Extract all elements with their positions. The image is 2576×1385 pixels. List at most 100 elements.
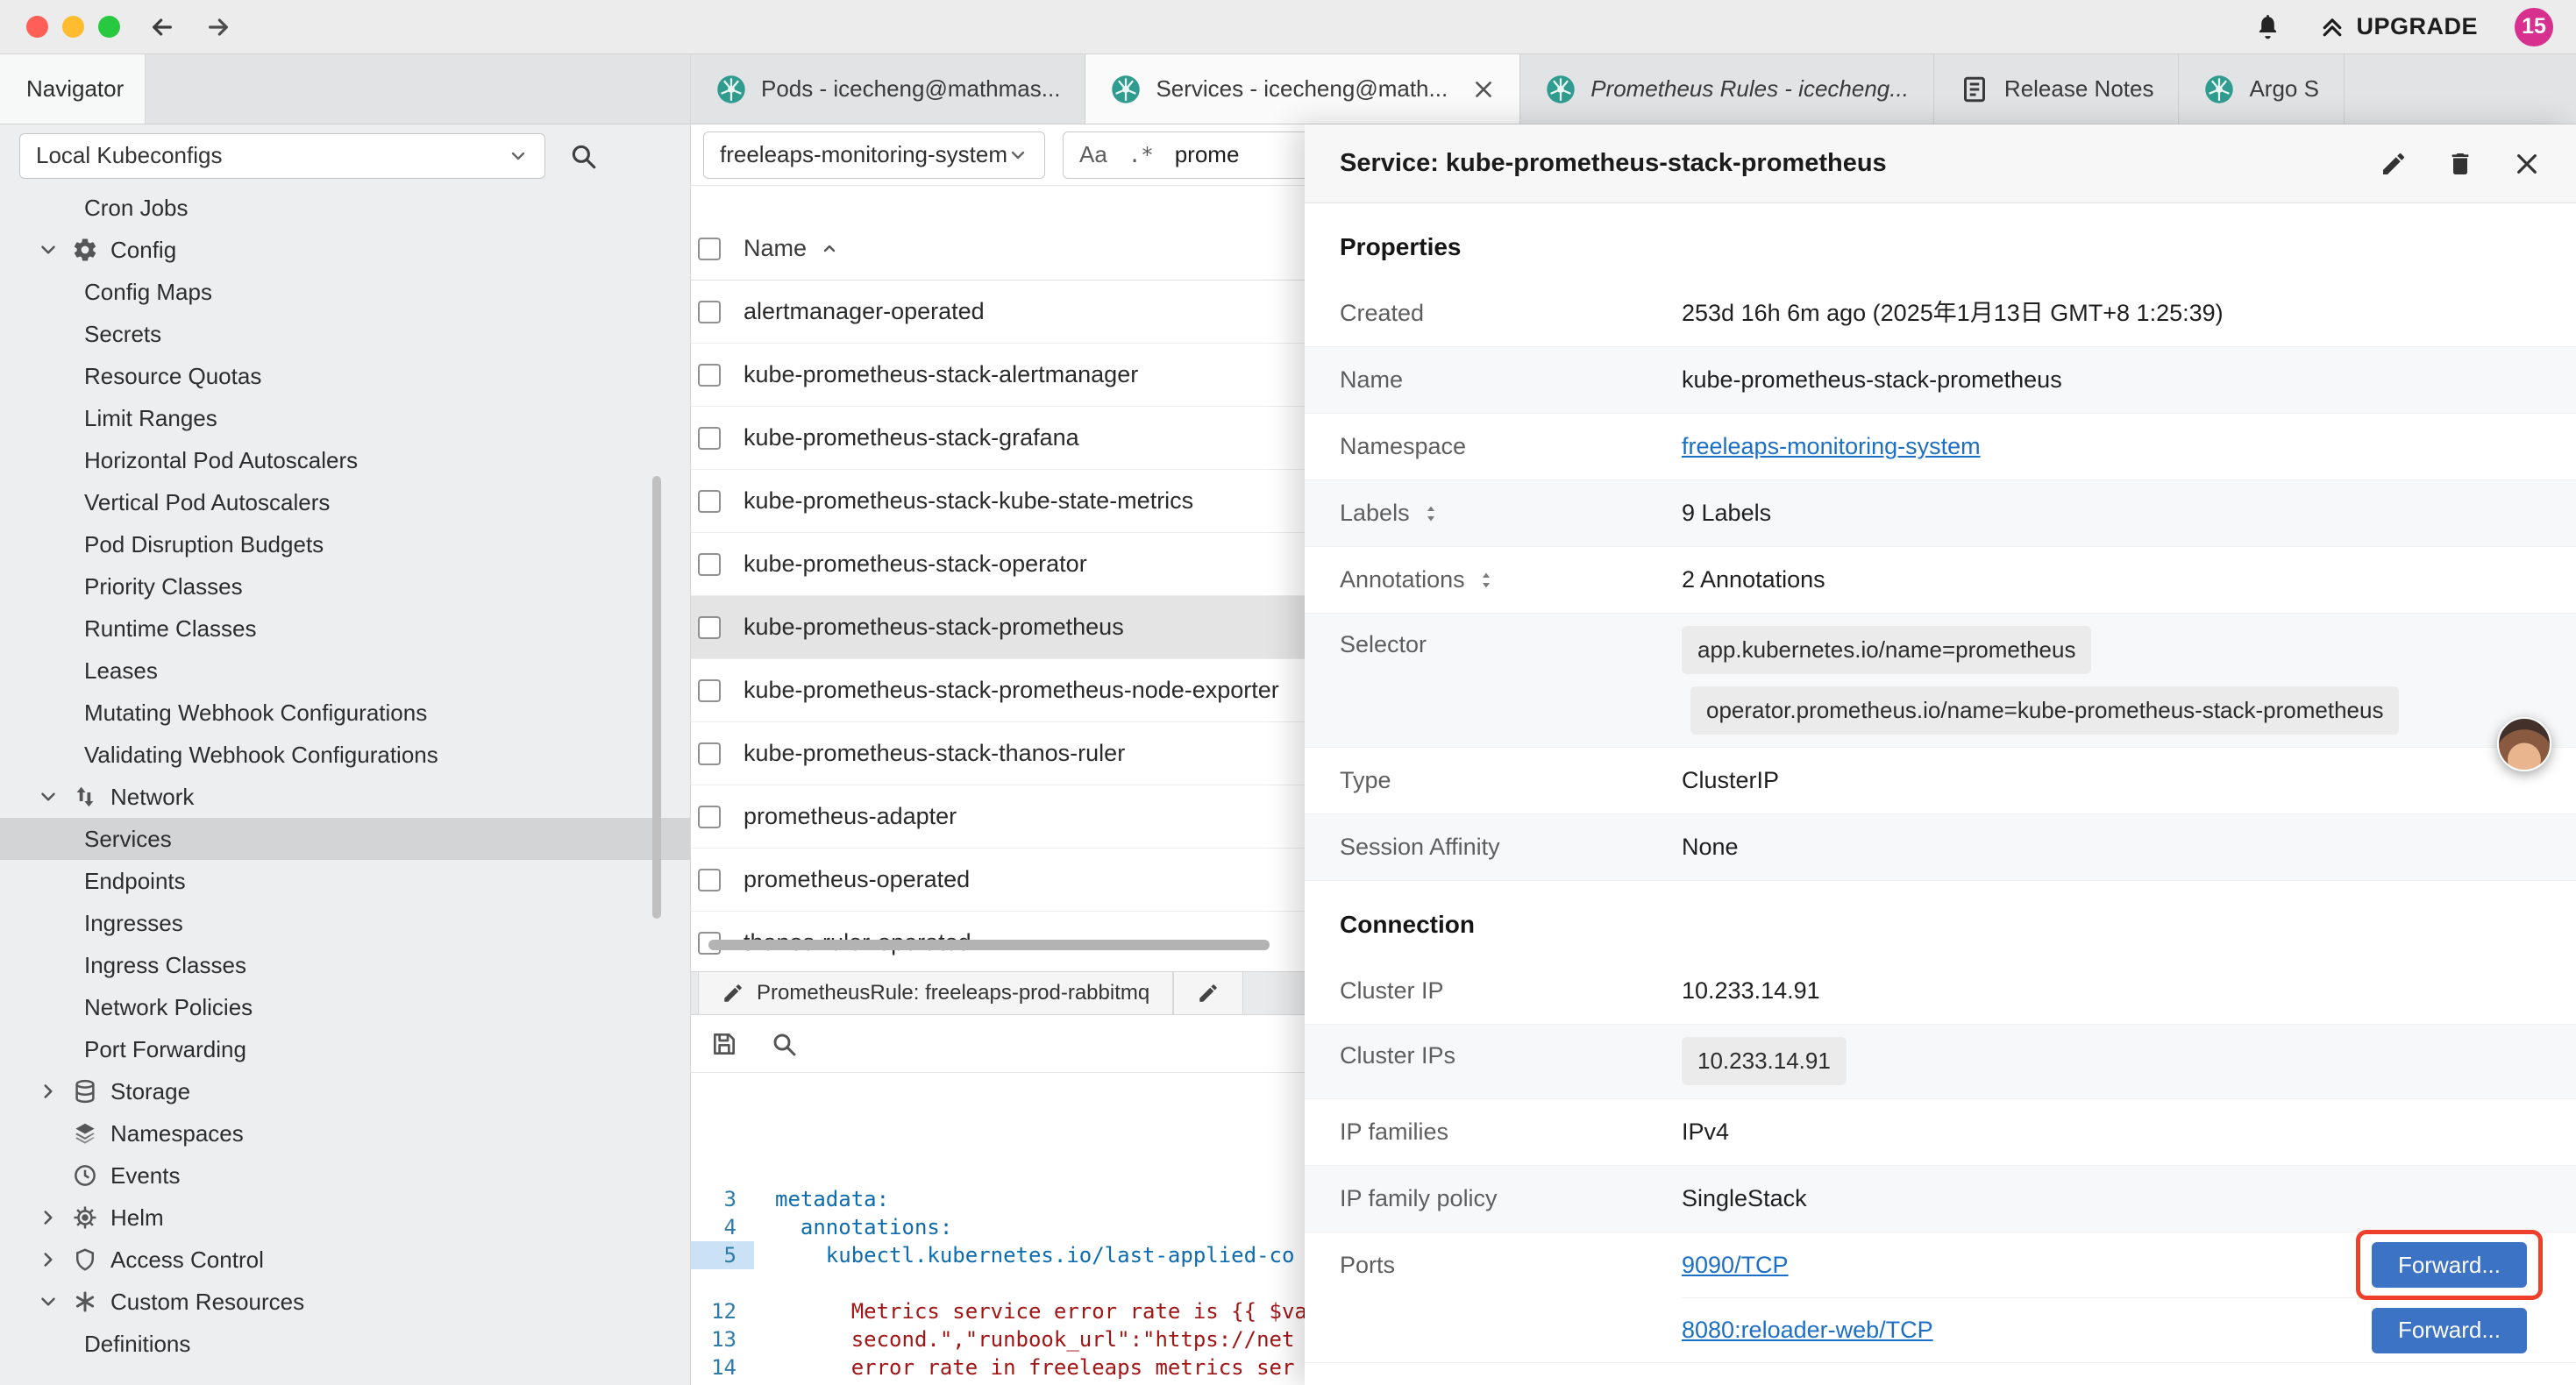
sidebar-item-label: Mutating Webhook Configurations (84, 700, 427, 727)
row-checkbox[interactable] (698, 806, 721, 828)
namespace-filter-dropdown[interactable]: freeleaps-monitoring-system (703, 131, 1045, 179)
sort-arrows-icon[interactable] (1476, 570, 1497, 591)
tab-release-notes[interactable]: Release Notes (1934, 54, 2180, 124)
chevron-down-icon[interactable] (37, 238, 60, 261)
sort-arrows-icon[interactable] (1420, 503, 1441, 524)
row-checkbox[interactable] (698, 364, 721, 387)
port-forward-button[interactable]: Forward... (2372, 1242, 2527, 1288)
bell-icon[interactable] (2253, 12, 2282, 41)
sidebar-item-cron-jobs[interactable]: Cron Jobs (0, 187, 690, 229)
close-window-button[interactable] (26, 16, 48, 38)
sidebar-item-endpoints[interactable]: Endpoints (0, 860, 690, 902)
maximize-window-button[interactable] (98, 16, 120, 38)
sidebar-item-definitions[interactable]: Definitions (0, 1323, 690, 1365)
sidebar-item-runtime-classes[interactable]: Runtime Classes (0, 607, 690, 650)
row-checkbox[interactable] (698, 616, 721, 639)
trash-icon[interactable] (2446, 150, 2474, 178)
code-text: Metrics service error rate is {{ $va (754, 1297, 1307, 1325)
save-icon[interactable] (710, 1030, 738, 1058)
tab-services-icecheng-math[interactable]: Services - icecheng@math... (1085, 54, 1520, 124)
sidebar-item-mutating-webhook-configurations[interactable]: Mutating Webhook Configurations (0, 692, 690, 734)
sidebar-item-custom-resources[interactable]: Custom Resources (0, 1281, 690, 1323)
dock-tab-partial[interactable] (1173, 972, 1243, 1014)
tab-pods-icecheng-mathmas[interactable]: Pods - icecheng@mathmas... (691, 54, 1085, 124)
sidebar-item-priority-classes[interactable]: Priority Classes (0, 565, 690, 607)
editor-search-icon[interactable] (770, 1030, 798, 1058)
service-name: kube-prometheus-stack-grafana (744, 424, 1079, 451)
row-checkbox[interactable] (698, 679, 721, 702)
tab-label: Pods - icecheng@mathmas... (761, 75, 1060, 103)
chevron-right-icon[interactable] (37, 1248, 60, 1271)
row-checkbox[interactable] (698, 490, 721, 513)
sidebar-item-pod-disruption-budgets[interactable]: Pod Disruption Budgets (0, 523, 690, 565)
column-header-name[interactable]: Name (744, 235, 807, 262)
sidebar-item-events[interactable]: Events (0, 1154, 690, 1197)
line-number: 3 (691, 1185, 754, 1213)
detail-value-text: 10.233.14.91 (1682, 977, 1820, 1004)
chevron-right-icon[interactable] (37, 1080, 60, 1103)
forward-arrow-icon[interactable] (204, 13, 232, 41)
back-arrow-icon[interactable] (148, 13, 176, 41)
sidebar-item-horizontal-pod-autoscalers[interactable]: Horizontal Pod Autoscalers (0, 439, 690, 481)
row-checkbox[interactable] (698, 301, 721, 323)
sidebar-item-validating-webhook-configurations[interactable]: Validating Webhook Configurations (0, 734, 690, 776)
detail-row-annotations: Annotations2 Annotations (1305, 547, 2576, 614)
detail-value-text: None (1682, 834, 1739, 860)
sidebar-item-resource-quotas[interactable]: Resource Quotas (0, 355, 690, 397)
select-all-checkbox[interactable] (698, 238, 721, 260)
close-icon[interactable] (1472, 78, 1495, 101)
kubeconfig-selector[interactable]: Local Kubeconfigs (19, 133, 545, 179)
row-checkbox[interactable] (698, 869, 721, 891)
notification-count-badge[interactable]: 15 (2515, 8, 2553, 46)
sidebar-item-limit-ranges[interactable]: Limit Ranges (0, 397, 690, 439)
detail-value: 10.233.14.91 (1682, 1025, 2527, 1085)
row-checkbox[interactable] (698, 553, 721, 576)
match-case-toggle[interactable]: Aa (1079, 141, 1107, 168)
regex-toggle[interactable]: .* (1128, 143, 1154, 167)
namespace-link[interactable]: freeleaps-monitoring-system (1682, 433, 1981, 459)
sidebar-item-access-control[interactable]: Access Control (0, 1239, 690, 1281)
horizontal-scrollbar[interactable] (708, 940, 1270, 950)
badge-list: app.kubernetes.io/name=prometheusoperato… (1682, 614, 2527, 735)
sidebar-item-network[interactable]: Network (0, 776, 690, 818)
pencil-icon[interactable] (2380, 150, 2408, 178)
search-icon[interactable] (568, 141, 598, 171)
detail-label: IP family policy (1340, 1185, 1682, 1212)
navigator-title: Navigator (0, 54, 146, 124)
floating-avatar[interactable] (2497, 717, 2551, 771)
detail-value: 9090/TCP Forward... 8080:reloader-web/TCP F… (1682, 1232, 2527, 1362)
row-checkbox[interactable] (698, 742, 721, 765)
row-checkbox[interactable] (698, 427, 721, 450)
sidebar-item-storage[interactable]: Storage (0, 1070, 690, 1112)
chevron-down-icon[interactable] (37, 785, 60, 808)
chevron-down-icon[interactable] (37, 1290, 60, 1313)
sidebar-item-secrets[interactable]: Secrets (0, 313, 690, 355)
sidebar-item-namespaces[interactable]: Namespaces (0, 1112, 690, 1154)
sidebar-item-vertical-pod-autoscalers[interactable]: Vertical Pod Autoscalers (0, 481, 690, 523)
tab-argo-s[interactable]: Argo S (2179, 54, 2345, 124)
sidebar-item-ingress-classes[interactable]: Ingress Classes (0, 944, 690, 986)
sidebar-item-helm[interactable]: Helm (0, 1197, 690, 1239)
port-forward-button[interactable]: Forward... (2372, 1308, 2527, 1353)
port-link[interactable]: 9090/TCP (1682, 1249, 1789, 1281)
sidebar-item-label: Ingress Classes (84, 952, 246, 979)
sidebar-item-services[interactable]: Services (0, 818, 690, 860)
upgrade-button[interactable]: UPGRADE (2319, 13, 2478, 40)
chevron-right-icon[interactable] (37, 1206, 60, 1229)
dock-tab-prometheusrule-freeleaps-prod-rabbitmq[interactable]: PrometheusRule: freeleaps-prod-rabbitmq (698, 972, 1173, 1014)
sidebar-item-config-maps[interactable]: Config Maps (0, 271, 690, 313)
sidebar-item-port-forwarding[interactable]: Port Forwarding (0, 1028, 690, 1070)
tab-prometheus-rules-icecheng[interactable]: Prometheus Rules - icecheng... (1520, 54, 1934, 124)
sidebar-scrollbar[interactable] (652, 476, 661, 919)
sidebar-item-ingresses[interactable]: Ingresses (0, 902, 690, 944)
sidebar-item-config[interactable]: Config (0, 229, 690, 271)
sort-caret-up-icon[interactable] (819, 238, 840, 259)
sidebar-item-leases[interactable]: Leases (0, 650, 690, 692)
sidebar-item-label: Leases (84, 657, 158, 685)
detail-label: IP families (1340, 1119, 1682, 1146)
minimize-window-button[interactable] (62, 16, 84, 38)
port-link[interactable]: 8080:reloader-web/TCP (1682, 1314, 1933, 1346)
close-drawer-icon[interactable] (2513, 150, 2541, 178)
detail-label: Cluster IPs (1340, 1025, 1682, 1086)
sidebar-item-network-policies[interactable]: Network Policies (0, 986, 690, 1028)
